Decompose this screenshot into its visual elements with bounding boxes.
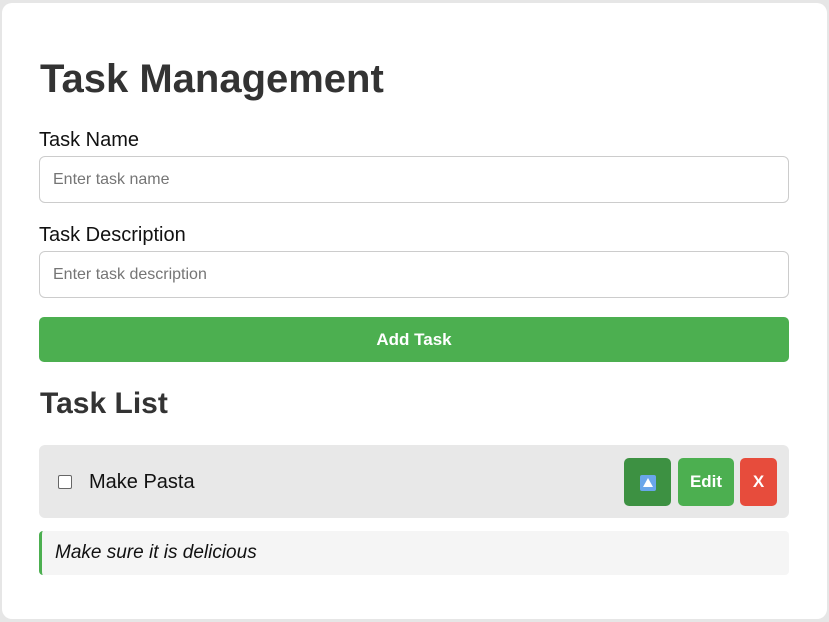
task-description-text: Make sure it is delicious bbox=[55, 542, 257, 563]
task-description-input[interactable] bbox=[39, 251, 789, 298]
task-name-input[interactable] bbox=[39, 156, 789, 203]
task-complete-checkbox[interactable] bbox=[58, 475, 72, 489]
task-description-panel: Make sure it is delicious bbox=[39, 531, 789, 575]
up-arrow-icon bbox=[639, 474, 656, 491]
page-title: Task Management bbox=[40, 57, 384, 101]
task-description-label: Task Description bbox=[39, 224, 186, 246]
task-name: Make Pasta bbox=[89, 471, 195, 493]
move-up-button[interactable] bbox=[624, 458, 671, 506]
delete-task-button[interactable]: X bbox=[740, 458, 777, 506]
task-management-card: Task Management Task Name Task Descripti… bbox=[2, 3, 827, 619]
add-task-button[interactable]: Add Task bbox=[39, 317, 789, 362]
task-row: Make Pasta Edit X bbox=[39, 445, 789, 518]
task-name-label: Task Name bbox=[39, 129, 140, 151]
edit-task-button[interactable]: Edit bbox=[678, 458, 734, 506]
task-list-title: Task List bbox=[40, 387, 168, 420]
